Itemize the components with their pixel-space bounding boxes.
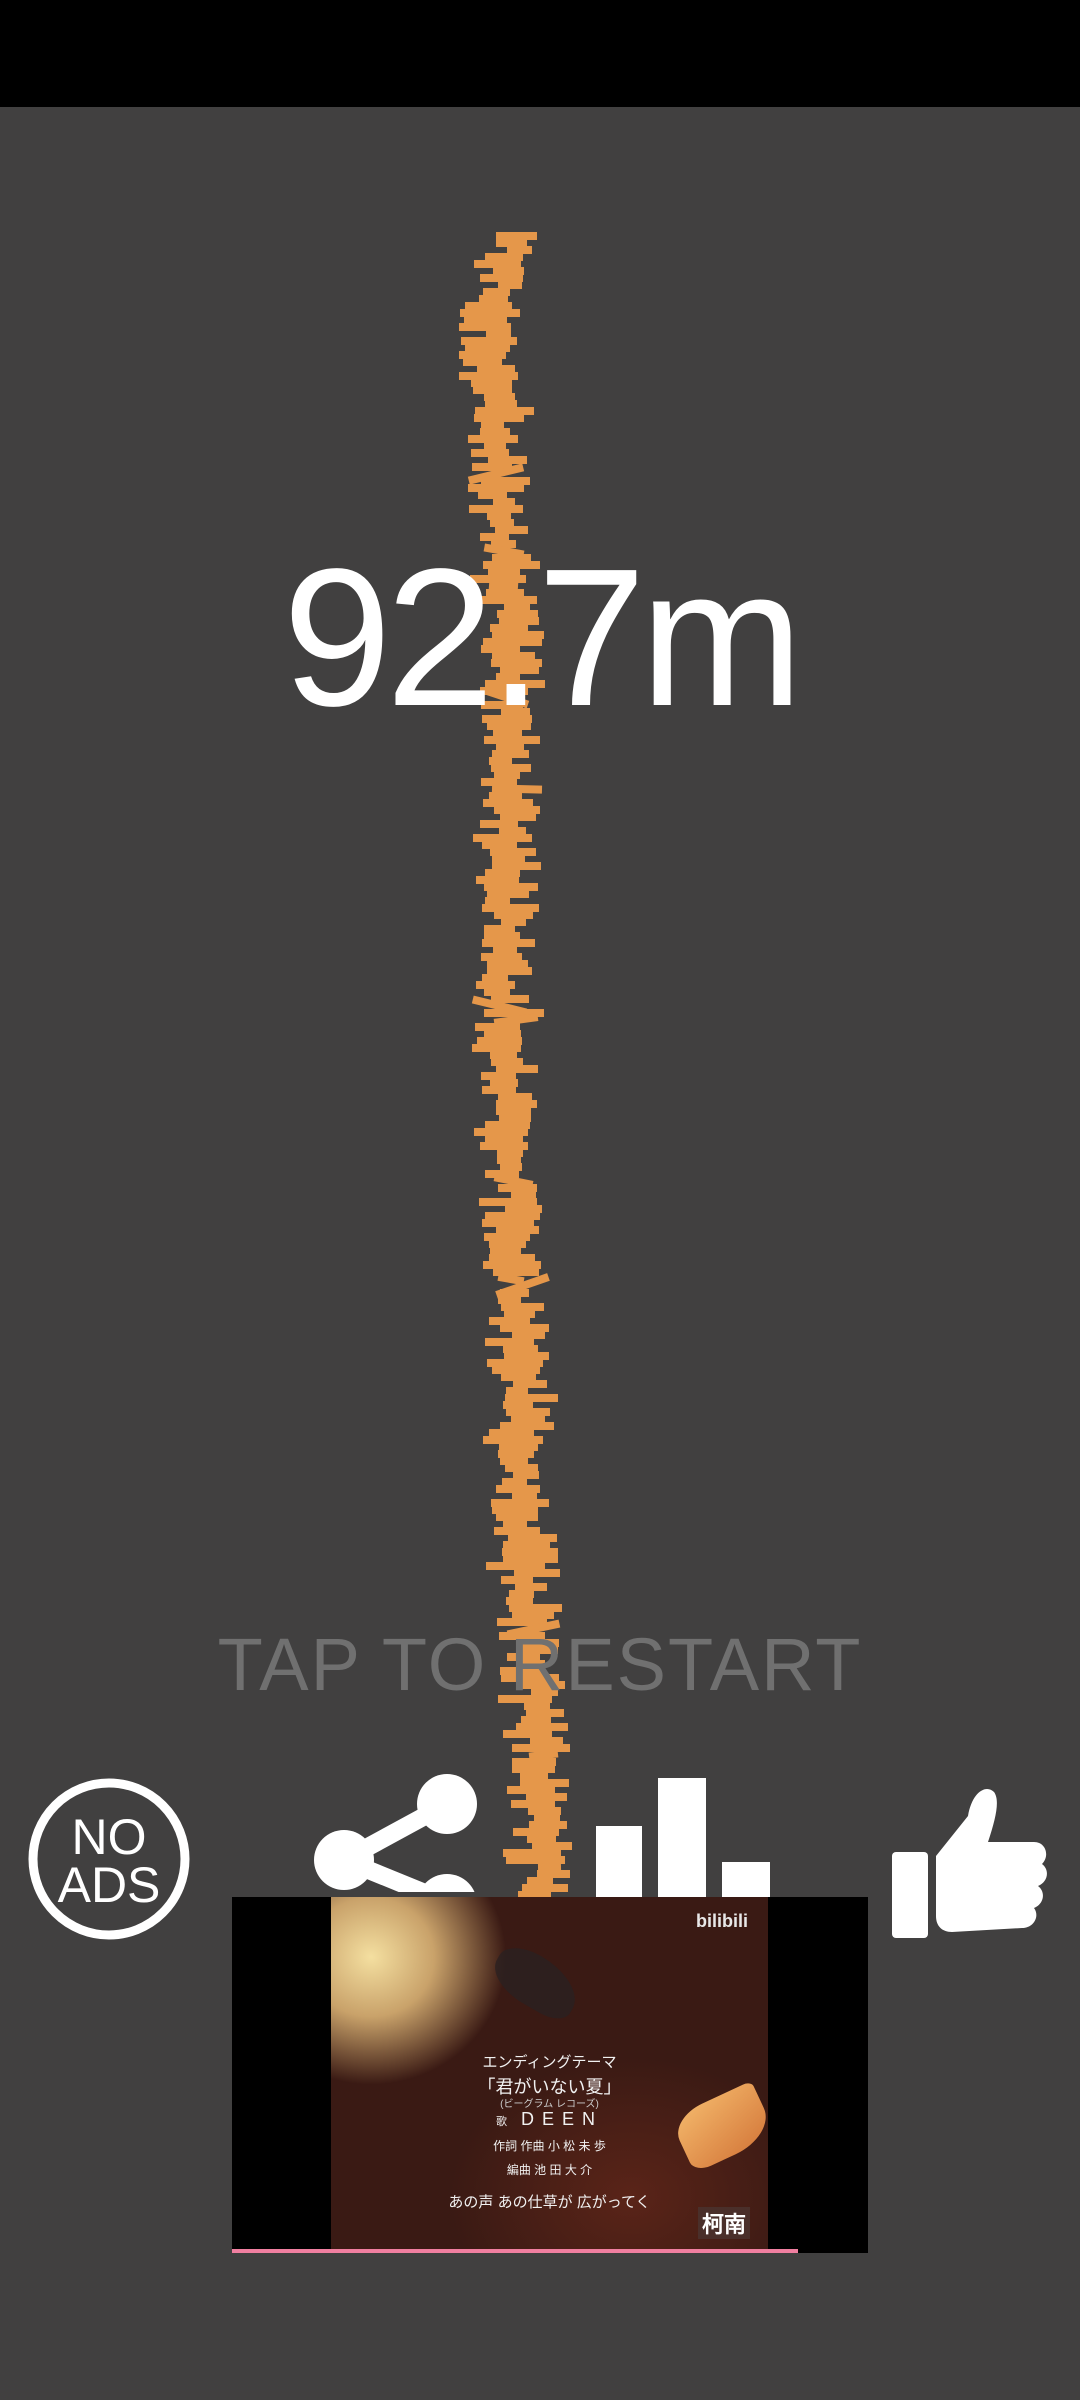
leaderboard-button[interactable] [594,1778,770,1898]
like-button[interactable] [888,1782,1048,1942]
caption-label: (ビーグラム レコーズ) [500,2099,599,2110]
video-sticker: 柯南 [697,2207,750,2239]
ad-video-player[interactable]: bilibili エンディングテーマ 「君がいない夏」 (ビーグラム レコーズ)… [232,1897,868,2253]
caption-writer: 作詞 作曲 小 松 未 歩 [493,2139,606,2153]
share-icon [314,1774,477,1934]
caption-artist-prefix: 歌 [495,2116,507,2128]
video-watermark: bilibili [696,1911,748,1931]
video-progress-bar [232,2249,799,2253]
no-ads-button[interactable]: NO ADS [26,1776,192,1942]
bar-chart-icon [596,1778,770,1898]
share-button[interactable] [312,1772,482,1934]
no-ads-icon: NO ADS [28,1778,190,1940]
caption-artist-name: DEEN [520,2109,603,2129]
caption-arranger: 編曲 池 田 大 介 [506,2163,593,2177]
ad-video-frame[interactable]: bilibili エンディングテーマ 「君がいない夏」 (ビーグラム レコーズ)… [331,1897,768,2251]
tap-to-restart[interactable]: TAP TO RESTART [0,1622,1080,1707]
score-display: 92.7m [282,528,804,747]
stacked-tower [0,0,1080,1906]
caption-artist: 歌 DEEN [331,2109,768,2130]
video-scene-object [484,1937,588,2027]
svg-text:ADS: ADS [58,1857,161,1913]
caption-title: エンディングテーマ [482,2054,617,2071]
thumbs-up-icon [892,1789,1047,1938]
